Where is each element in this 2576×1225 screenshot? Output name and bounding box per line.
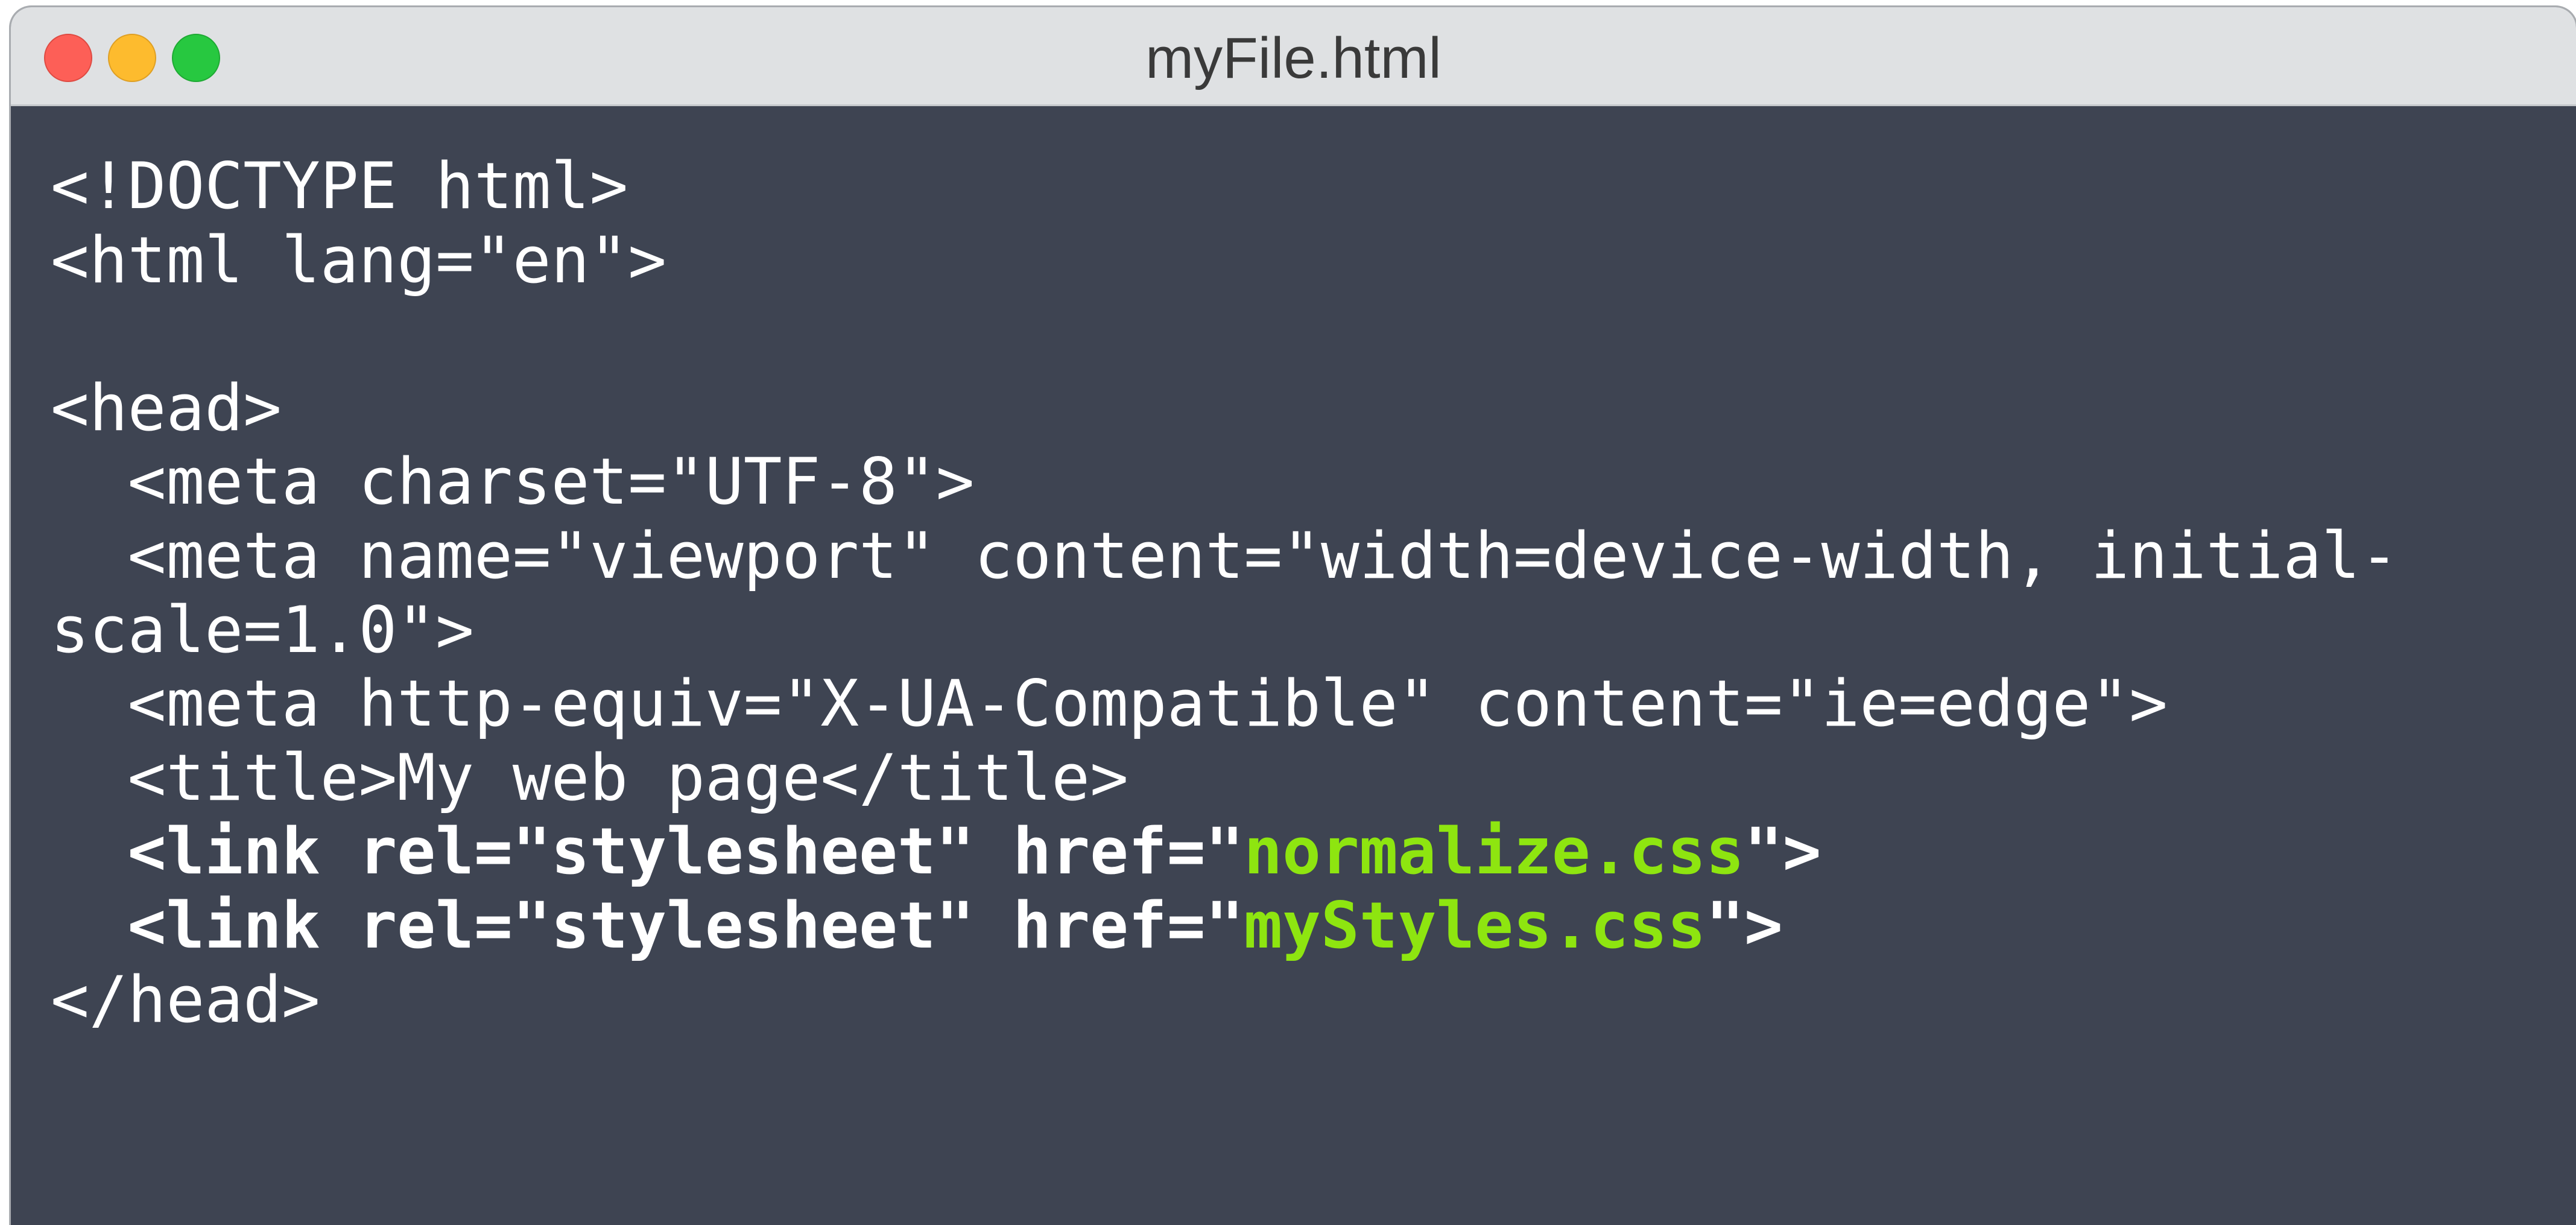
code-line-9: <title>My web page</title> bbox=[51, 740, 1128, 815]
code-line-12: </head> bbox=[51, 962, 320, 1037]
window-title: myFile.html bbox=[1145, 26, 1441, 90]
code-block: <!DOCTYPE html> <html lang="en"> <head> <m… bbox=[51, 149, 2399, 1037]
code-line-11-filename: myStyles.css bbox=[1244, 888, 1706, 963]
code-line-7: scale=1.0"> bbox=[51, 592, 474, 667]
code-line-2: <html lang="en"> bbox=[51, 223, 667, 297]
code-line-10: <link rel="stylesheet" href="normalize.c… bbox=[51, 815, 2399, 889]
title-bar: myFile.html bbox=[11, 7, 2576, 106]
code-line-11-suffix: "> bbox=[1706, 888, 1783, 963]
code-line-8: <meta http-equiv="X-UA-Compatible" conte… bbox=[51, 666, 2168, 741]
code-line-11-prefix: <link rel="stylesheet" href=" bbox=[51, 888, 1244, 963]
editor-window: myFile.html <!DOCTYPE html> <html lang="e… bbox=[11, 7, 2576, 1225]
code-line-1: <!DOCTYPE html> bbox=[51, 149, 628, 223]
code-line-10-suffix: "> bbox=[1744, 814, 1821, 889]
code-line-10-filename: normalize.css bbox=[1244, 814, 1744, 889]
code-editor[interactable]: <!DOCTYPE html> <html lang="en"> <head> <m… bbox=[11, 106, 2576, 1225]
code-line-5: <meta charset="UTF-8"> bbox=[51, 445, 975, 519]
code-line-4: <head> bbox=[51, 370, 282, 445]
code-line-6: <meta name="viewport" content="width=dev… bbox=[51, 518, 2399, 593]
code-line-10-prefix: <link rel="stylesheet" href=" bbox=[51, 814, 1244, 889]
code-line-11: <link rel="stylesheet" href="myStyles.cs… bbox=[51, 888, 2399, 963]
